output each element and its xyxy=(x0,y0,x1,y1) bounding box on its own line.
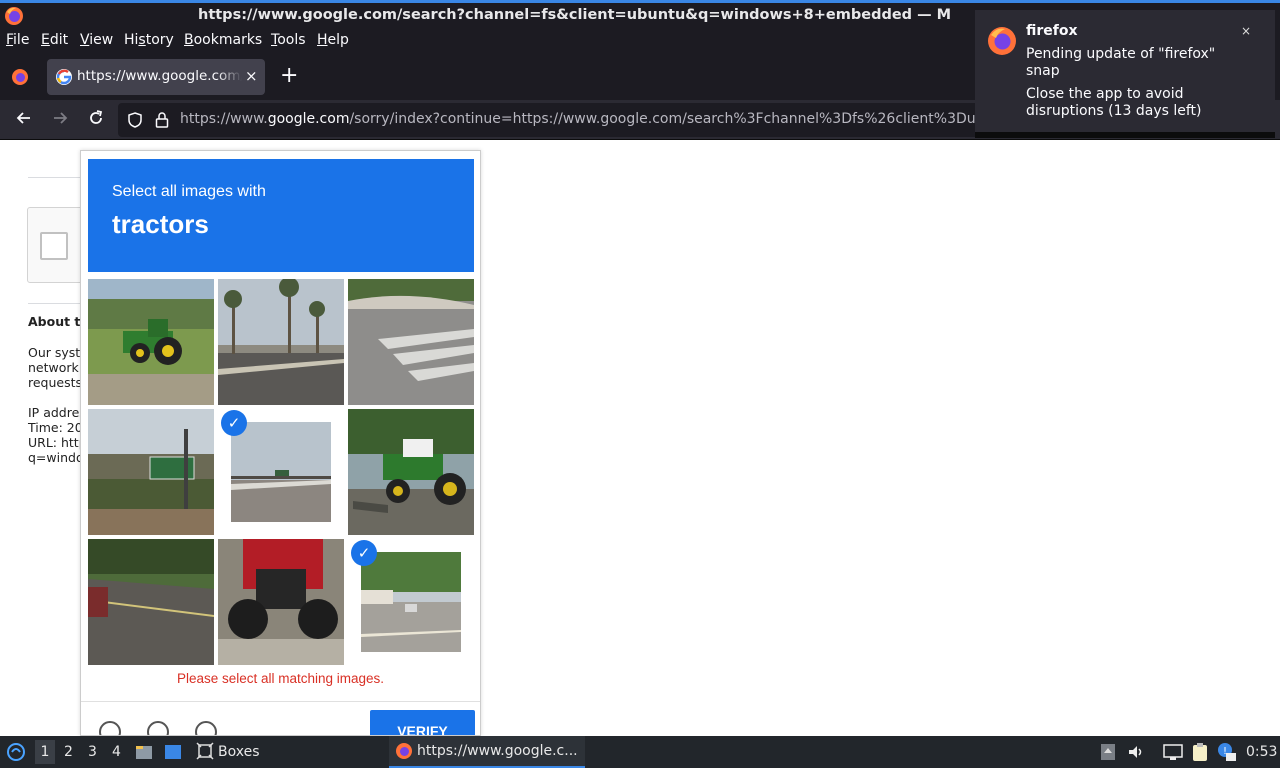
menu-view[interactable]: View xyxy=(80,32,113,48)
workspace-1[interactable]: 1 xyxy=(35,740,55,764)
eject-icon[interactable] xyxy=(1100,743,1116,765)
notification-summary: Pending update of "firefox" snap xyxy=(1026,46,1216,79)
image-tile-7[interactable] xyxy=(88,539,214,665)
tab-close-icon[interactable]: × xyxy=(245,67,258,85)
selected-check-icon: ✓ xyxy=(351,540,377,566)
challenge-header: Select all images with tractors xyxy=(88,159,474,272)
divider xyxy=(81,701,480,702)
image-tile-9[interactable]: ✓ xyxy=(348,539,474,665)
highway-bridge-image xyxy=(231,422,331,522)
divider xyxy=(28,177,88,178)
road-palms-image xyxy=(218,279,344,405)
taskbar: 1 2 3 4 Boxes https://www.google.c... ! … xyxy=(0,736,1280,768)
tab-google[interactable]: https://www.google.com/sorry/index × xyxy=(47,59,265,95)
menu-edit[interactable]: Edit xyxy=(41,32,68,48)
desktop-icon[interactable] xyxy=(164,743,182,765)
notification-app-name: firefox xyxy=(1026,23,1078,39)
start-menu-icon[interactable] xyxy=(6,742,26,766)
window-title: https://www.google.com/search?channel=fs… xyxy=(198,7,952,23)
tractor-image xyxy=(88,279,214,405)
image-tile-2[interactable] xyxy=(218,279,344,405)
about-paragraph: Our syste network. requests xyxy=(28,345,88,390)
road-car-image xyxy=(88,539,214,665)
tile-image xyxy=(361,552,461,652)
error-message: Please select all matching images. xyxy=(176,671,385,686)
divider xyxy=(28,303,88,304)
network-icon[interactable] xyxy=(1163,743,1183,765)
menu-help[interactable]: Help xyxy=(317,32,349,48)
firefox-icon xyxy=(395,742,413,764)
menu-bookmarks[interactable]: Bookmarks xyxy=(184,32,262,48)
url-text: https://www.google.com/sorry/index?conti… xyxy=(180,111,980,127)
notification-close-icon[interactable]: × xyxy=(1241,24,1251,38)
image-tile-1[interactable] xyxy=(88,279,214,405)
shield-icon[interactable] xyxy=(126,111,144,133)
recaptcha-checkbox-widget xyxy=(27,207,87,283)
new-tab-button[interactable]: + xyxy=(280,63,298,88)
file-manager-icon[interactable] xyxy=(135,743,153,765)
verify-button[interactable]: VERIFY xyxy=(370,710,475,735)
clipboard-icon[interactable] xyxy=(1190,742,1210,766)
image-tile-5[interactable]: ✓ xyxy=(218,409,344,535)
image-tile-8[interactable] xyxy=(218,539,344,665)
menu-file[interactable]: File xyxy=(6,32,29,48)
notification-body: Close the app to avoid disruptions (13 d… xyxy=(1026,86,1202,119)
image-tile-4[interactable] xyxy=(88,409,214,535)
challenge-target: tractors xyxy=(112,209,209,239)
firefox-view-button[interactable] xyxy=(10,67,30,91)
notification-indicator-icon[interactable]: ! xyxy=(1216,741,1238,767)
volume-icon[interactable] xyxy=(1127,743,1145,765)
recaptcha-checkbox[interactable] xyxy=(40,232,68,260)
image-tile-3[interactable] xyxy=(348,279,474,405)
lock-icon[interactable] xyxy=(154,111,170,133)
red-tractor-image xyxy=(218,539,344,665)
google-favicon-icon xyxy=(56,69,72,85)
challenge-instruction: Select all images with xyxy=(112,183,266,200)
back-arrow-icon[interactable] xyxy=(14,108,34,133)
reload-icon[interactable] xyxy=(86,108,106,133)
residential-street-image xyxy=(361,552,461,652)
image-tile-6[interactable] xyxy=(348,409,474,535)
menu-history[interactable]: History xyxy=(124,32,174,48)
firefox-icon xyxy=(987,26,1017,60)
info-icon[interactable] xyxy=(195,721,217,735)
recaptcha-challenge: Select all images with tractors ✓ ✓ Plea… xyxy=(80,150,481,736)
small-tractor-image xyxy=(348,409,474,535)
taskbar-window-label: https://www.google.c... xyxy=(417,743,578,759)
workspace-4[interactable]: 4 xyxy=(112,744,121,760)
clock: 0:53 xyxy=(1246,744,1278,760)
forward-arrow-icon[interactable] xyxy=(50,108,70,133)
boxes-label[interactable]: Boxes xyxy=(218,744,260,760)
menu-tools[interactable]: Tools xyxy=(271,32,306,48)
boxes-icon[interactable] xyxy=(196,742,214,764)
headphones-icon[interactable] xyxy=(147,721,169,735)
crosswalk-image xyxy=(348,279,474,405)
notification-popup[interactable]: firefox Pending update of "firefox" snap… xyxy=(975,10,1275,138)
reload-challenge-icon[interactable] xyxy=(99,721,121,735)
selected-check-icon: ✓ xyxy=(221,410,247,436)
firefox-icon xyxy=(4,6,24,30)
street-sign-image xyxy=(88,409,214,535)
tile-image xyxy=(231,422,331,522)
address-bar[interactable]: https://www.google.com/sorry/index?conti… xyxy=(118,103,980,137)
workspace-2[interactable]: 2 xyxy=(64,744,73,760)
workspace-3[interactable]: 3 xyxy=(88,744,97,760)
tab-label: https://www.google.com/sorry/index xyxy=(77,68,242,84)
taskbar-window-firefox[interactable]: https://www.google.c... xyxy=(389,736,585,768)
request-details: IP addres Time: 20 URL: http q=windo xyxy=(28,405,87,465)
